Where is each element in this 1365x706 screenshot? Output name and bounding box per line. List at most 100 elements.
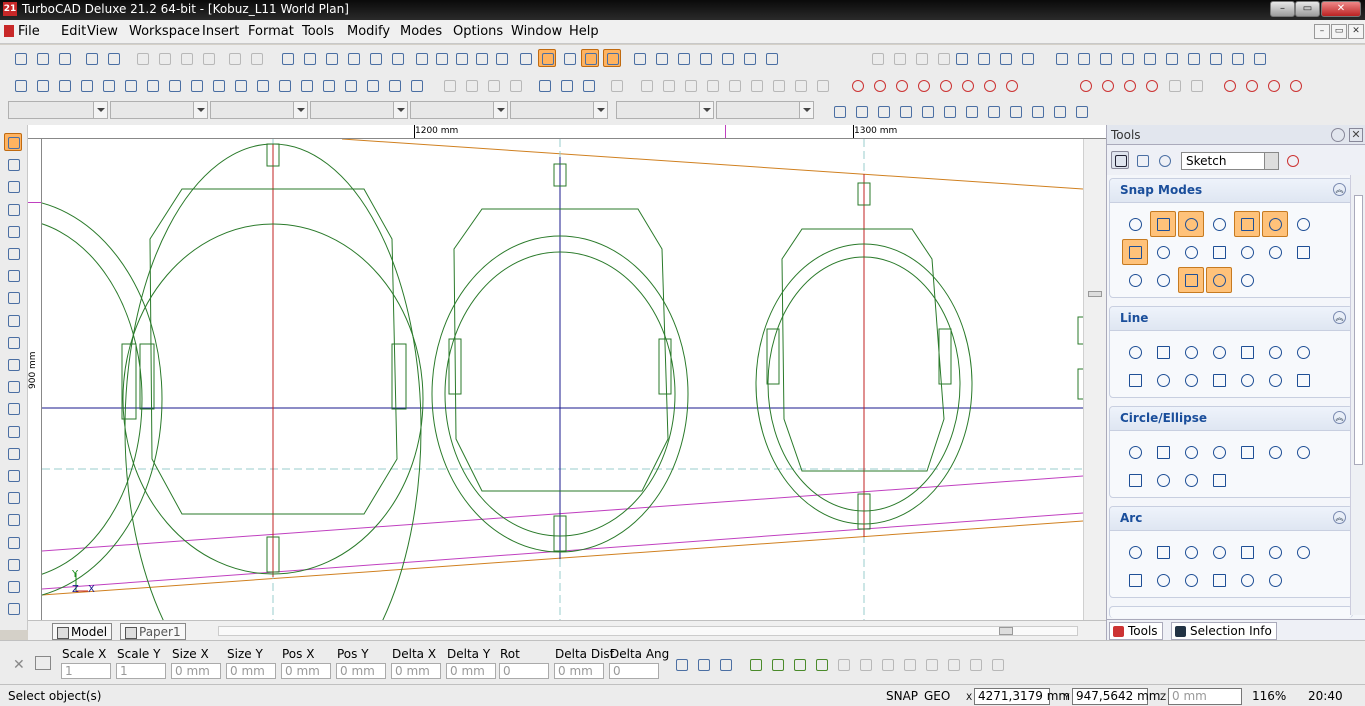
draw-tool-icon[interactable] xyxy=(319,76,337,94)
draw-tool-icon[interactable] xyxy=(11,76,29,94)
tab-paper1[interactable]: Paper1 xyxy=(120,623,186,640)
tab-selection-info[interactable]: Selection Info xyxy=(1171,622,1277,640)
inspector-tool-icon[interactable] xyxy=(878,655,896,673)
toolbar-tool-icon[interactable] xyxy=(133,49,151,67)
collapse-icon[interactable]: ︽ xyxy=(1333,511,1346,524)
pen-width-combo[interactable] xyxy=(310,101,408,119)
snap-tool-icon[interactable] xyxy=(1028,102,1046,120)
document-icon[interactable] xyxy=(4,25,14,37)
arc-tool-icon[interactable] xyxy=(1234,567,1260,593)
collapse-icon[interactable]: ︽ xyxy=(1333,411,1346,424)
select-arrow-icon[interactable] xyxy=(1111,151,1129,169)
inspector-tool-icon[interactable] xyxy=(672,655,690,673)
draw-tool-icon[interactable] xyxy=(33,76,51,94)
draw-tool-icon[interactable] xyxy=(440,76,458,94)
x-coordinate[interactable]: 4271,3179 mm xyxy=(974,688,1070,705)
draw-tool-icon[interactable] xyxy=(1076,76,1094,94)
workspace-mode-select[interactable]: Sketch xyxy=(1181,152,1279,170)
toolbar-tool-icon[interactable] xyxy=(718,49,736,67)
snap-indicator[interactable]: SNAP xyxy=(886,689,918,703)
left-tool-icon[interactable] xyxy=(4,555,22,573)
left-tool-icon[interactable] xyxy=(4,311,22,329)
toolbar-tool-icon[interactable] xyxy=(740,49,758,67)
toolbar-tool-icon[interactable] xyxy=(674,49,692,67)
draw-tool-icon[interactable] xyxy=(725,76,743,94)
draw-tool-icon[interactable] xyxy=(1242,76,1260,94)
menu-modify[interactable]: Modify xyxy=(347,24,390,39)
draw-tool-icon[interactable] xyxy=(1264,76,1282,94)
arc-tool-icon[interactable] xyxy=(1150,539,1176,565)
toolbar-tool-icon[interactable] xyxy=(1228,49,1246,67)
rotation-input[interactable]: 0 xyxy=(499,663,549,679)
toolbar-tool-icon[interactable] xyxy=(1250,49,1268,67)
line-tool-icon[interactable] xyxy=(1234,367,1260,393)
snap-mode-icon[interactable] xyxy=(1150,267,1176,293)
snap-tool-icon[interactable] xyxy=(1072,102,1090,120)
inspector-tool-icon[interactable] xyxy=(790,655,808,673)
toolbar-tool-icon[interactable] xyxy=(1184,49,1202,67)
circle-tool-icon[interactable] xyxy=(1178,439,1204,465)
left-tool-icon[interactable] xyxy=(4,244,22,262)
snap-mode-icon[interactable] xyxy=(1206,211,1232,237)
snap-mode-icon[interactable] xyxy=(1122,211,1148,237)
arc-tool-icon[interactable] xyxy=(1206,567,1232,593)
snap-tool-icon[interactable] xyxy=(962,102,980,120)
draw-tool-icon[interactable] xyxy=(341,76,359,94)
snap-tool-icon[interactable] xyxy=(896,102,914,120)
globe-icon[interactable] xyxy=(1155,151,1173,169)
toolbar-tool-icon[interactable] xyxy=(538,49,556,67)
snap-mode-icon[interactable] xyxy=(1290,211,1316,237)
menu-edit[interactable]: Edit xyxy=(61,24,86,39)
draw-tool-icon[interactable] xyxy=(1220,76,1238,94)
snap-mode-icon[interactable] xyxy=(1150,211,1176,237)
line-tool-icon[interactable] xyxy=(1150,339,1176,365)
toolbar-tool-icon[interactable] xyxy=(1096,49,1114,67)
collapse-icon[interactable]: ︽ xyxy=(1333,311,1346,324)
toolbar-tool-icon[interactable] xyxy=(452,49,470,67)
snap-mode-icon[interactable] xyxy=(1206,267,1232,293)
toolbar-tool-icon[interactable] xyxy=(974,49,992,67)
snap-mode-icon[interactable] xyxy=(1150,239,1176,265)
geo-indicator[interactable]: GEO xyxy=(924,689,950,703)
draw-tool-icon[interactable] xyxy=(77,76,95,94)
scroll-thumb[interactable] xyxy=(1088,291,1102,297)
left-tool-icon[interactable] xyxy=(4,155,22,173)
line-tool-icon[interactable] xyxy=(1150,367,1176,393)
line-tool-icon[interactable] xyxy=(1178,367,1204,393)
toolbar-tool-icon[interactable] xyxy=(1118,49,1136,67)
left-tool-icon[interactable] xyxy=(4,266,22,284)
scroll-thumb[interactable] xyxy=(999,627,1013,635)
left-tool-icon[interactable] xyxy=(4,466,22,484)
circle-tool-icon[interactable] xyxy=(1150,467,1176,493)
line-tool-icon[interactable] xyxy=(1290,339,1316,365)
draw-tool-icon[interactable] xyxy=(637,76,655,94)
toolbar-tool-icon[interactable] xyxy=(696,49,714,67)
line-tool-icon[interactable] xyxy=(1178,339,1204,365)
inspector-tool-icon[interactable] xyxy=(856,655,874,673)
size-y-input[interactable]: 0 mm xyxy=(226,663,276,679)
left-tool-icon[interactable] xyxy=(4,599,22,617)
inspector-tool-icon[interactable] xyxy=(716,655,734,673)
draw-tool-icon[interactable] xyxy=(659,76,677,94)
draw-tool-icon[interactable] xyxy=(143,76,161,94)
draw-tool-icon[interactable] xyxy=(99,76,117,94)
draw-tool-icon[interactable] xyxy=(253,76,271,94)
draw-tool-icon[interactable] xyxy=(791,76,809,94)
draw-tool-icon[interactable] xyxy=(1165,76,1183,94)
toolbar-tool-icon[interactable] xyxy=(412,49,430,67)
delta-x-input[interactable]: 0 mm xyxy=(391,663,441,679)
draw-tool-icon[interactable] xyxy=(579,76,597,94)
circle-tool-icon[interactable] xyxy=(1262,439,1288,465)
toolbar-tool-icon[interactable] xyxy=(278,49,296,67)
draw-tool-icon[interactable] xyxy=(1002,76,1020,94)
toolbar-tool-icon[interactable] xyxy=(603,49,621,67)
toolbar-tool-icon[interactable] xyxy=(388,49,406,67)
pos-x-input[interactable]: 0 mm xyxy=(281,663,331,679)
toolbar-tool-icon[interactable] xyxy=(472,49,490,67)
left-tool-icon[interactable] xyxy=(4,510,22,528)
snap-tool-icon[interactable] xyxy=(918,102,936,120)
left-tool-icon[interactable] xyxy=(4,533,22,551)
toolbar-tool-icon[interactable] xyxy=(1140,49,1158,67)
circle-tool-icon[interactable] xyxy=(1122,467,1148,493)
draw-tool-icon[interactable] xyxy=(870,76,888,94)
